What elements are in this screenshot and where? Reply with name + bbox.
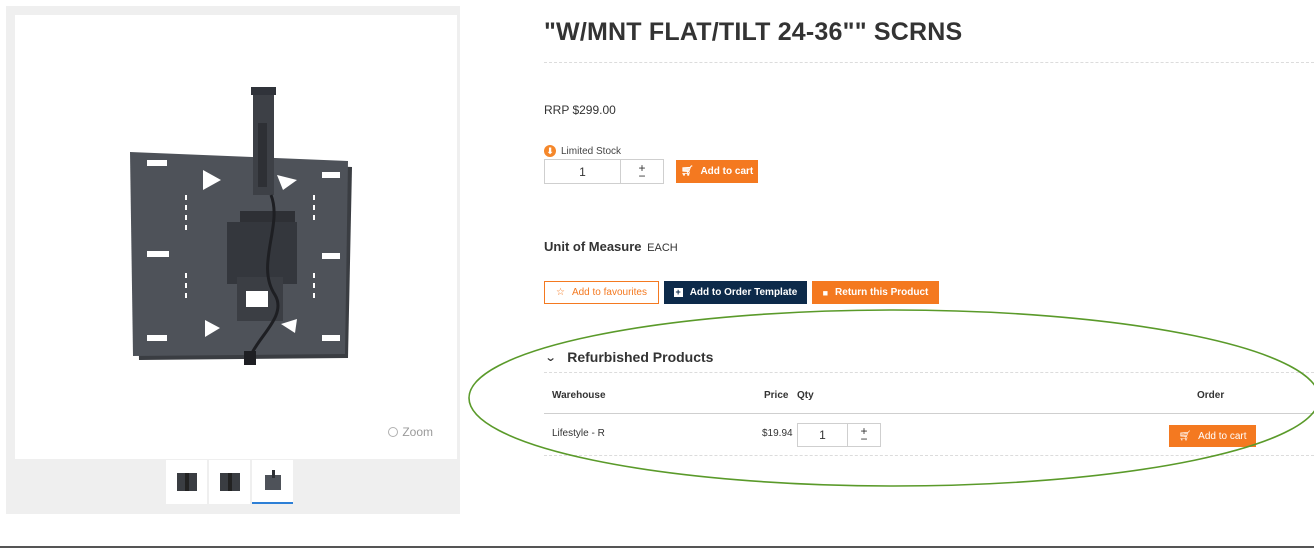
quantity-stepper: + −	[544, 159, 664, 184]
warehouse-cell: Lifestyle - R	[552, 428, 605, 439]
zoom-label: Zoom	[402, 425, 433, 439]
row-quantity-input[interactable]	[798, 424, 848, 446]
page-title: "W/MNT FLAT/TILT 24-36"" SCRNS	[544, 18, 963, 46]
uom-value: EACH	[647, 242, 678, 254]
favourites-label: Add to favourites	[571, 287, 647, 298]
stock-label: Limited Stock	[561, 145, 622, 157]
cart-icon: 🛒︎	[1178, 430, 1192, 442]
thumbnail-2[interactable]	[209, 460, 250, 504]
stock-status: ⬇ Limited Stock	[544, 145, 621, 157]
unit-of-measure: Unit of Measure EACH	[544, 239, 678, 254]
thumbnail-strip	[166, 460, 293, 510]
quantity-step-buttons[interactable]: + −	[621, 160, 663, 183]
price-cell: $19.94	[762, 428, 793, 439]
row-quantity-step-buttons[interactable]: + −	[848, 424, 880, 446]
refurbished-toggle[interactable]: ⌄ Refurbished Products	[544, 349, 714, 365]
return-product-button[interactable]: ■ Return this Product	[812, 281, 939, 304]
product-gallery: Zoom	[6, 6, 460, 514]
column-header-price: Price	[764, 390, 789, 401]
decrement-icon[interactable]: −	[860, 433, 867, 445]
uom-label: Unit of Measure	[544, 239, 642, 254]
row-quantity-stepper: + −	[797, 423, 881, 447]
main-product-image[interactable]: Zoom	[15, 15, 457, 459]
chevron-down-icon: ⌄	[544, 351, 557, 364]
row-add-to-cart-label: Add to cart	[1198, 430, 1247, 442]
thumbnail-image	[176, 473, 197, 491]
column-header-qty: Qty	[797, 390, 814, 401]
return-product-label: Return this Product	[835, 287, 929, 298]
add-to-cart-label: Add to cart	[700, 166, 754, 177]
thumbnail-1[interactable]	[166, 460, 207, 504]
truck-icon: ■	[822, 287, 829, 298]
order-template-label: Add to Order Template	[689, 287, 798, 298]
divider	[544, 372, 1314, 373]
thumbnail-3[interactable]	[252, 460, 293, 504]
divider	[544, 455, 1314, 456]
table-header-divider	[544, 413, 1314, 414]
quantity-input[interactable]	[545, 160, 621, 183]
download-circle-icon: ⬇	[544, 145, 556, 157]
thumbnail-image	[264, 470, 281, 490]
cart-icon: 🛒︎	[680, 166, 694, 177]
zoom-control[interactable]: Zoom	[388, 425, 433, 439]
column-header-warehouse: Warehouse	[552, 390, 606, 401]
star-icon: ☆	[555, 287, 565, 298]
column-header-order: Order	[1197, 390, 1225, 401]
tv-mount-image	[130, 87, 352, 365]
footer-divider	[0, 546, 1314, 548]
row-add-to-cart-button[interactable]: 🛒︎ Add to cart	[1169, 425, 1256, 447]
divider	[544, 62, 1314, 63]
plus-square-icon: +	[673, 287, 683, 297]
rrp-price: RRP $299.00	[544, 103, 616, 117]
thumbnail-image	[219, 473, 240, 491]
refurbished-heading: Refurbished Products	[567, 349, 714, 365]
add-to-cart-button[interactable]: 🛒︎ Add to cart	[676, 160, 758, 183]
decrement-icon[interactable]: −	[638, 170, 645, 182]
add-to-favourites-button[interactable]: ☆ Add to favourites	[544, 281, 659, 304]
add-to-order-template-button[interactable]: + Add to Order Template	[664, 281, 807, 304]
zoom-icon	[388, 427, 399, 437]
